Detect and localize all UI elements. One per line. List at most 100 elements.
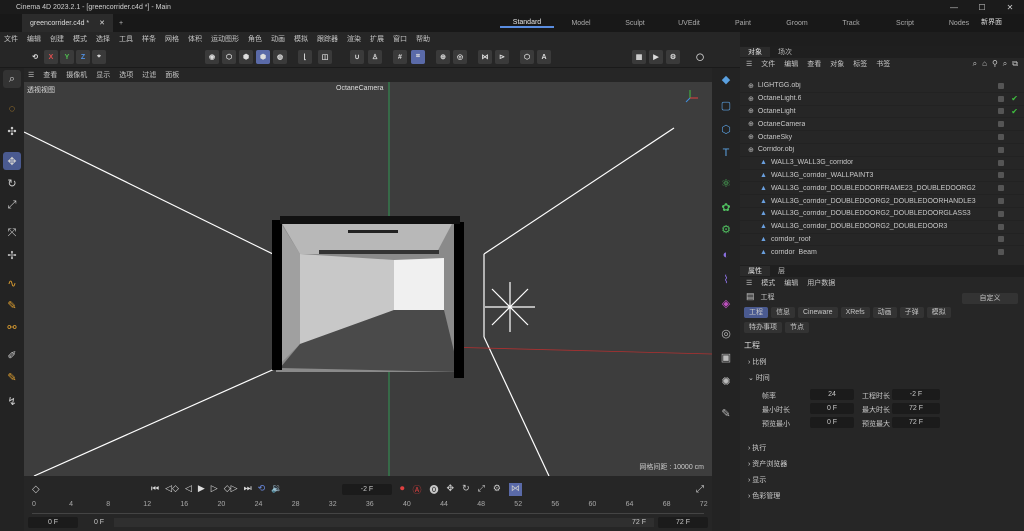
field-value[interactable]: 72 F xyxy=(892,417,940,428)
visibility-toggle[interactable] xyxy=(998,146,1004,153)
viewport-menu-item[interactable]: 面板 xyxy=(165,70,179,80)
object-row[interactable]: ▲ WALL3G_corridor_DOUBLEDOORG2_DOUBLEDOOR… xyxy=(740,195,1024,208)
object-row[interactable]: ⊕ Corridor.obj xyxy=(740,144,1024,157)
model-mode-icon[interactable]: ◉ xyxy=(205,50,219,64)
preview-end-field[interactable]: 72 F xyxy=(624,517,654,528)
layout-tab-script[interactable]: Script xyxy=(878,20,932,27)
move-tool-icon[interactable]: ✥ xyxy=(3,152,21,170)
workplane-icon[interactable]: ⬡ xyxy=(520,50,534,64)
scale-tool-icon[interactable]: ⤢ xyxy=(3,196,21,214)
cube-object-icon[interactable]: ◆ xyxy=(717,70,735,88)
attribute-group[interactable]: › 显示 xyxy=(748,475,766,485)
menu-item[interactable]: 帮助 xyxy=(416,34,430,44)
preview-start-field[interactable]: 0 F xyxy=(84,517,114,528)
brush-tool-icon[interactable]: ✐ xyxy=(3,346,21,364)
attribute-menu-item[interactable]: 编辑 xyxy=(784,278,798,288)
scene-end-field[interactable]: 72 F xyxy=(658,517,708,528)
maximize-button[interactable]: ☐ xyxy=(968,0,996,14)
menu-item[interactable]: 样条 xyxy=(142,34,156,44)
snap-icon[interactable]: ⌗ xyxy=(411,50,425,64)
layout-tab-groom[interactable]: Groom xyxy=(770,20,824,27)
sound-icon[interactable]: 🔉 xyxy=(271,483,282,494)
transform-tool-icon[interactable]: ⤧ xyxy=(3,224,21,242)
point-mode-icon[interactable]: ⬢ xyxy=(239,50,253,64)
octane-icon[interactable]: ◯ xyxy=(693,50,707,64)
new-window-icon[interactable]: ⧉ xyxy=(1012,59,1018,69)
menu-item[interactable]: 创建 xyxy=(50,34,64,44)
sculpt-icon[interactable]: ♙ xyxy=(368,50,382,64)
attribute-tab[interactable]: 层 xyxy=(770,266,793,276)
menu-item[interactable]: 角色 xyxy=(248,34,262,44)
menu-item[interactable]: 跟踪器 xyxy=(317,34,338,44)
attribute-button[interactable]: Cineware xyxy=(798,307,838,318)
object-tab[interactable]: 场次 xyxy=(770,47,800,57)
menu-item[interactable]: 扩展 xyxy=(370,34,384,44)
prev-frame-icon[interactable]: ◁ xyxy=(185,483,192,494)
character-icon[interactable]: ◈ xyxy=(717,294,735,312)
field-value[interactable]: 24 xyxy=(810,389,854,400)
light-object-icon[interactable]: ✺ xyxy=(717,372,735,390)
layout-tab-model[interactable]: Model xyxy=(554,20,608,27)
render-picture-icon[interactable]: ▶ xyxy=(649,50,663,64)
autokey-icon[interactable]: Ⓐ xyxy=(413,483,422,496)
attribute-button[interactable]: 模拟 xyxy=(926,307,951,318)
layout-tab-standard[interactable]: Standard xyxy=(500,19,554,28)
coordinate-system-icon[interactable]: ⌖ xyxy=(92,50,106,64)
render-target-icon[interactable]: ◎ xyxy=(453,50,467,64)
attribute-button[interactable]: XRefs xyxy=(840,307,870,318)
attribute-button[interactable]: 动画 xyxy=(872,307,897,318)
visibility-toggle[interactable] xyxy=(998,185,1004,192)
filter-icon[interactable]: ⚲ xyxy=(992,59,998,69)
visibility-toggle[interactable] xyxy=(998,121,1004,128)
timeline-ruler[interactable]: 0 4 8 12 16 20 24 28 32 36 40 44 48 52 56 60 64 68 72 xyxy=(32,500,708,514)
object-row[interactable]: ▲ WALL3G_corridor_DOUBLEDOORFRAME23_DOUBL… xyxy=(740,182,1024,196)
attribute-button[interactable]: 子弹 xyxy=(899,307,924,318)
group-scale[interactable]: › 比例 xyxy=(748,357,766,367)
mirror-icon[interactable]: ⊳ xyxy=(495,50,509,64)
home-icon[interactable]: ⌂ xyxy=(982,59,987,69)
prev-key-icon[interactable]: ◁◇ xyxy=(165,483,179,494)
environment-icon[interactable]: ◎ xyxy=(717,324,735,342)
menu-item[interactable]: 工具 xyxy=(119,34,133,44)
magnet-icon[interactable]: ∪ xyxy=(350,50,364,64)
visibility-toggle[interactable] xyxy=(998,159,1004,166)
key-position-icon[interactable]: ✥ xyxy=(447,483,455,496)
visibility-toggle[interactable] xyxy=(998,210,1004,217)
timeline-expand-icon[interactable]: ⤢ xyxy=(696,484,704,495)
object-row[interactable]: ▲ WALL3G_corridor_WALLPAINT3 xyxy=(740,170,1024,183)
object-menu-item[interactable]: 标签 xyxy=(853,59,867,69)
smooth-tool-icon[interactable]: ↯ xyxy=(3,392,21,410)
object-row[interactable]: ▲ corridor_roof xyxy=(740,234,1024,247)
volume-icon[interactable]: ⌇ xyxy=(717,270,735,288)
record-icon[interactable]: ⏺ xyxy=(400,483,405,496)
loop-icon[interactable]: ⟲ xyxy=(258,483,266,494)
next-key-icon[interactable]: ◇▷ xyxy=(224,483,238,494)
y-axis-button[interactable]: Y xyxy=(60,50,74,64)
rotate-tool-icon[interactable]: ↻ xyxy=(3,174,21,192)
plane-object-icon[interactable]: ▢ xyxy=(717,96,735,114)
object-menu-item[interactable]: 文件 xyxy=(761,59,775,69)
new-ui-button[interactable]: 新界面 xyxy=(981,17,1002,27)
visibility-toggle[interactable] xyxy=(998,236,1004,243)
object-row[interactable]: ▲ corridor_Beam xyxy=(740,246,1024,255)
visibility-toggle[interactable] xyxy=(998,249,1004,255)
attribute-menu-item[interactable]: 模式 xyxy=(761,278,775,288)
render-settings-icon[interactable]: ⚙ xyxy=(666,50,680,64)
layout-tab-track[interactable]: Track xyxy=(824,20,878,27)
generator-icon[interactable]: ⚛ xyxy=(717,174,735,192)
axis-mode-icon[interactable]: ⌊ xyxy=(298,50,312,64)
render-region-icon[interactable]: ⊕ xyxy=(436,50,450,64)
texture-mode-icon[interactable]: ◫ xyxy=(318,50,332,64)
placement-tool-icon[interactable]: ✢ xyxy=(3,246,21,264)
close-tab-icon[interactable]: ✕ xyxy=(99,19,105,27)
visibility-toggle[interactable] xyxy=(998,172,1004,179)
polygon-mode-icon[interactable]: ⬢ xyxy=(256,50,270,64)
object-menu-item[interactable]: 书签 xyxy=(876,59,890,69)
menu-item[interactable]: 体积 xyxy=(188,34,202,44)
object-row[interactable]: ▲ WALL3G_corridor_DOUBLEDOORG2_DOUBLEDOOR… xyxy=(740,221,1024,234)
keyframe-mode-icon[interactable]: ◇ xyxy=(32,484,46,498)
object-row[interactable]: ⊕ OctaneLight ✔ xyxy=(740,106,1024,119)
uv-mode-icon[interactable]: ◍ xyxy=(273,50,287,64)
object-row[interactable]: ▲ WALL3G_corridor_DOUBLEDOORG2_DOUBLEDOOR… xyxy=(740,208,1024,221)
object-tab[interactable]: 对象 xyxy=(740,47,770,57)
